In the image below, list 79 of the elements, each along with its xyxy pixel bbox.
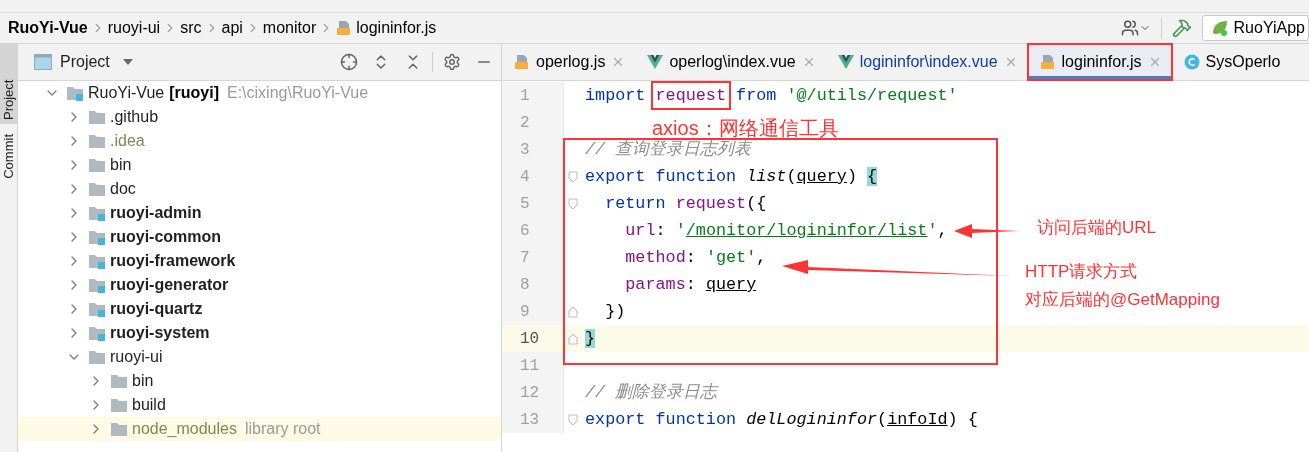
editor-tab[interactable]: operlog\index.vue [635, 44, 826, 80]
tree-item[interactable]: .idea [110, 131, 145, 151]
annotation-text: 对应后端的@GetMapping [1025, 289, 1220, 311]
tool-window-tab[interactable]: Project [0, 44, 17, 124]
js-file-icon [336, 20, 353, 36]
code-line: url: '/monitor/logininfor/list', [624, 219, 948, 242]
code-line: return request({ [604, 192, 767, 215]
users-icon [1120, 19, 1139, 37]
user-menu-button[interactable] [1120, 19, 1151, 37]
fold-marker-icon[interactable] [568, 413, 578, 426]
dropdown-caret-icon[interactable] [121, 58, 134, 66]
code-line: // 查询登录日志列表 [585, 138, 752, 161]
project-label: [ruoyi] [169, 83, 219, 103]
line-number: 7 [520, 247, 530, 269]
fold-marker-icon[interactable] [568, 170, 578, 183]
code-line: export function delLogininfor(infoId) { [585, 408, 978, 431]
tree-item[interactable]: ruoyi-generator [110, 275, 229, 295]
line-number: 3 [520, 139, 530, 161]
code-line: import request from '@/utils/request' [585, 82, 958, 109]
class-icon [1183, 54, 1200, 70]
settings-icon[interactable] [443, 53, 461, 71]
line-number: 4 [520, 166, 530, 188]
tree-item[interactable]: node_modules [132, 419, 237, 439]
tree-item[interactable]: build [132, 395, 166, 415]
run-config-button[interactable]: RuoYiApp [1201, 15, 1309, 41]
panel-title[interactable]: Project [60, 50, 110, 74]
tool-window-tab[interactable]: Commit [0, 130, 17, 183]
breadcrumb-item[interactable]: logininfor.js [356, 16, 437, 40]
code-line: method: 'get', [624, 246, 767, 269]
line-number: 9 [520, 301, 530, 323]
breadcrumb-item[interactable]: ruoyi-ui [107, 16, 161, 40]
tree-item[interactable]: doc [110, 179, 136, 199]
editor-tab[interactable]: logininfor\index.vue [825, 44, 1028, 80]
line-number: 2 [520, 112, 530, 134]
breadcrumb-item[interactable]: src [180, 16, 202, 40]
line-number: 1 [520, 85, 530, 107]
code-line: params: query [624, 273, 757, 296]
tree-item[interactable]: bin [110, 155, 132, 175]
line-number: 12 [520, 382, 540, 404]
line-number: 10 [520, 328, 540, 350]
js-file-icon [514, 54, 530, 70]
tree-item[interactable]: ruoyi-ui [110, 347, 163, 367]
tree-item[interactable]: ruoyi-quartz [110, 299, 203, 319]
vue-file-icon [837, 55, 854, 69]
tree-item[interactable]: ruoyi-system [110, 323, 210, 343]
path-hint: E:\cixing\RuoYi-Vue [226, 83, 369, 103]
fold-marker-icon[interactable] [568, 305, 578, 318]
code-line: // 删除登录日志 [585, 381, 718, 404]
vue-file-icon [647, 55, 664, 69]
editor-tab[interactable]: SysOperlo [1171, 44, 1291, 80]
annotation-text: axios：网络通信工具 [652, 116, 839, 140]
editor-tab[interactable]: logininfor.js [1027, 44, 1172, 80]
line-number: 5 [520, 193, 530, 215]
line-number: 6 [520, 220, 530, 242]
tree-item[interactable]: ruoyi-framework [110, 251, 236, 271]
hammer-icon[interactable] [1171, 18, 1192, 38]
line-number: 8 [520, 274, 530, 296]
editor-tab[interactable]: operlog.js [502, 44, 636, 80]
tree-item[interactable]: .github [110, 107, 159, 127]
breadcrumb-item[interactable]: monitor [262, 16, 317, 40]
fold-marker-icon[interactable] [568, 332, 578, 345]
js-file-icon [1039, 54, 1056, 70]
breadcrumb-item[interactable]: api [221, 16, 243, 40]
tree-item[interactable]: ruoyi-admin [110, 203, 202, 223]
locate-icon[interactable] [340, 53, 358, 71]
annotation-text: HTTP请求方式 [1025, 261, 1138, 283]
leaf-icon [1210, 19, 1229, 37]
tree-item[interactable]: ruoyi-common [110, 227, 222, 247]
code-line: export function list(query) { [585, 165, 878, 188]
tree-item[interactable]: RuoYi-Vue [88, 83, 165, 103]
path-hint: library root [244, 419, 321, 439]
panel-icon [34, 54, 52, 70]
annotation-text: 访问后端的URL [1037, 217, 1156, 239]
line-number: 13 [520, 409, 540, 431]
tree-item[interactable]: bin [132, 371, 154, 391]
line-number: 11 [520, 355, 540, 377]
fold-marker-icon[interactable] [568, 197, 578, 210]
breadcrumb-item[interactable]: RuoYi-Vue [8, 16, 88, 40]
code-line: }) [604, 300, 626, 323]
